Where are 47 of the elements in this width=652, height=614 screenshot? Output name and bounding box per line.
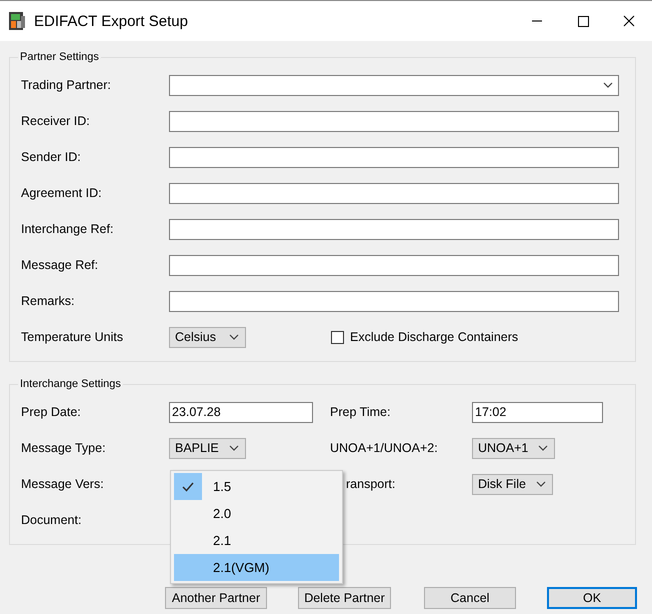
menu-item[interactable]: 1.5 <box>174 473 339 500</box>
field-label: Receiver ID: <box>21 114 91 128</box>
field-label: ransport: <box>345 477 396 491</box>
chevron-down-icon <box>538 445 548 451</box>
field-label: Prep Time: <box>329 405 390 419</box>
chevron-down-icon <box>229 334 239 340</box>
text-field[interactable]: 23.07.28 <box>169 402 313 422</box>
group-title: Interchange Settings <box>19 378 122 390</box>
dropdown-field[interactable]: UNOA+1 <box>472 438 556 458</box>
text-field[interactable]: 17:02 <box>472 402 603 422</box>
field-label: Interchange Ref: <box>21 222 114 236</box>
text-field[interactable] <box>169 218 619 240</box>
chevron-down-icon <box>536 481 546 487</box>
field-label: Document: <box>21 513 82 527</box>
field-label: UNOA+1/UNOA+2: <box>329 441 438 455</box>
app-icon <box>8 11 26 31</box>
text-field[interactable] <box>169 290 619 312</box>
field-label: Message Vers: <box>21 477 104 491</box>
field-label: Message Type: <box>21 441 106 455</box>
exclude-checkbox[interactable]: Exclude Discharge Containers <box>331 330 518 344</box>
text-field[interactable] <box>169 146 619 168</box>
dialog-button[interactable]: Another Partner <box>165 587 267 609</box>
chevron-down-icon <box>603 82 613 88</box>
dropdown-field[interactable]: BAPLIE <box>169 438 246 458</box>
field-label: Remarks: <box>21 294 76 308</box>
menu-item[interactable]: 2.1 <box>174 527 339 554</box>
group-title: Partner Settings <box>19 51 100 63</box>
dropdown-field[interactable] <box>169 74 619 96</box>
menu-item[interactable]: 2.0 <box>174 500 339 527</box>
field-label: Sender ID: <box>21 150 82 164</box>
field-label: Trading Partner: <box>21 78 112 92</box>
dialog-button[interactable]: OK <box>547 587 637 609</box>
dialog-button[interactable]: Cancel <box>424 587 516 609</box>
text-field[interactable] <box>169 110 619 132</box>
field-label: Prep Date: <box>21 405 81 419</box>
dropdown-field[interactable]: Disk File <box>472 474 553 494</box>
field-label: Temperature Units <box>21 330 124 344</box>
field-label: Agreement ID: <box>21 186 103 200</box>
checkmark-icon <box>182 482 194 492</box>
dropdown-field[interactable]: Celsius <box>169 326 246 348</box>
field-label: Message Ref: <box>21 258 100 272</box>
dialog-button[interactable]: Delete Partner <box>298 587 391 609</box>
menu-item[interactable]: 2.1(VGM) <box>174 554 339 581</box>
window-title: EDIFACT Export Setup <box>34 12 189 30</box>
text-field[interactable] <box>169 254 619 276</box>
text-field[interactable] <box>169 182 619 204</box>
chevron-down-icon <box>228 445 239 451</box>
